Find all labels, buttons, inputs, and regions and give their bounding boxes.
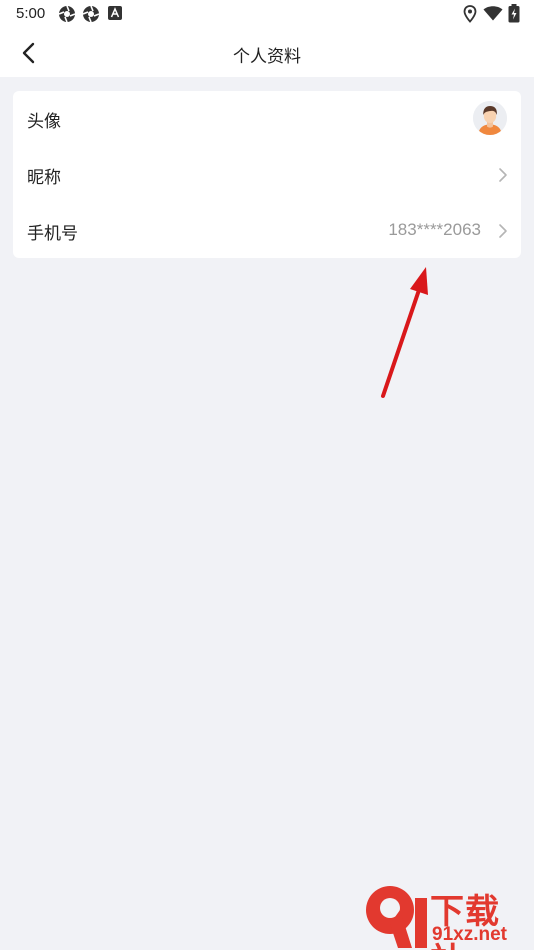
battery-charging-icon [508, 4, 520, 23]
avatar-row[interactable]: 头像 [13, 91, 521, 147]
aperture-icon [58, 5, 76, 23]
phone-label: 手机号 [27, 224, 78, 244]
profile-card: 头像 昵称 手机号 183****2063 [13, 91, 521, 258]
app-header: 个人资料 [0, 28, 534, 77]
screen: 5:00 个人资料 头像 昵称 手机号 183****2063 下载 91xz.… [0, 0, 534, 950]
font-a-icon [108, 6, 122, 20]
location-pin-icon [463, 5, 477, 23]
annotation-arrow [381, 267, 428, 398]
watermark-url: 91xz.net [432, 924, 507, 945]
status-time: 5:00 [16, 5, 46, 22]
chevron-right-icon [499, 168, 507, 182]
avatar-image [473, 101, 507, 135]
aperture-icon [82, 5, 100, 23]
avatar[interactable] [473, 101, 507, 135]
nickname-row[interactable]: 昵称 [13, 147, 521, 203]
page-title: 个人资料 [233, 47, 301, 67]
watermark: 下载站 91xz.net [360, 880, 534, 950]
nickname-label: 昵称 [27, 168, 61, 188]
wifi-icon [483, 6, 503, 21]
avatar-label: 头像 [27, 112, 61, 132]
status-bar: 5:00 [0, 0, 534, 28]
phone-row[interactable]: 手机号 183****2063 [13, 203, 521, 259]
phone-value: 183****2063 [388, 220, 481, 239]
watermark-logo-icon [366, 886, 427, 948]
chevron-right-icon [499, 224, 507, 238]
